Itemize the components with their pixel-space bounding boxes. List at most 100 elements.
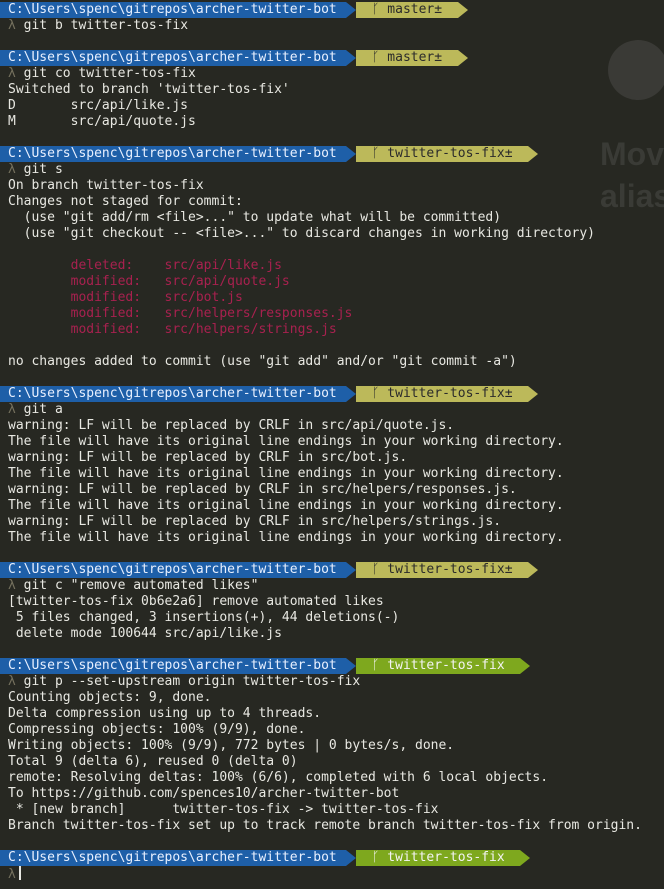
prompt-end-arrow-icon	[528, 562, 538, 578]
branch-name: twitter-tos-fix±	[387, 562, 513, 577]
prompt-symbol: λ	[8, 867, 16, 882]
output-line: modified: src/helpers/strings.js	[8, 322, 337, 337]
output-line: To https://github.com/spences10/archer-t…	[8, 786, 400, 801]
prompt-end-arrow-icon	[458, 50, 468, 66]
git-branch-icon: ᚴ	[371, 50, 388, 65]
command-text: git p --set-upstream origin twitter-tos-…	[15, 674, 361, 689]
output-line: warning: LF will be replaced by CRLF in …	[8, 482, 517, 497]
powerline-prompt: C:\Users\spenc\gitrepos\archer-twitter-b…	[0, 658, 664, 674]
prompt-path: C:\Users\spenc\gitrepos\archer-twitter-b…	[0, 2, 346, 18]
command-text: git c "remove automated likes"	[15, 578, 259, 593]
prompt-branch: ᚴ twitter-tos-fix±	[356, 386, 529, 402]
prompt-branch: ᚴ master±	[356, 50, 458, 66]
powerline-prompt: C:\Users\spenc\gitrepos\archer-twitter-b…	[0, 146, 664, 162]
prompt-separator-icon	[346, 2, 356, 18]
prompt-symbol: λ	[8, 674, 16, 689]
prompt-separator-icon	[346, 386, 356, 402]
command-text: git a	[15, 402, 63, 417]
command-input[interactable]: λ	[0, 866, 664, 882]
prompt-path: C:\Users\spenc\gitrepos\archer-twitter-b…	[0, 562, 346, 578]
prompt-branch: ᚴ twitter-tos-fix±	[356, 562, 529, 578]
prompt-branch: ᚴ twitter-tos-fix±	[356, 146, 529, 162]
prompt-symbol: λ	[8, 18, 16, 33]
prompt-branch: ᚴ master±	[356, 2, 458, 18]
prompt-symbol: λ	[8, 162, 16, 177]
output-line: Switched to branch 'twitter-tos-fix'	[8, 82, 290, 97]
branch-name: twitter-tos-fix	[387, 658, 505, 673]
prompt-path: C:\Users\spenc\gitrepos\archer-twitter-b…	[0, 50, 346, 66]
powerline-prompt: C:\Users\spenc\gitrepos\archer-twitter-b…	[0, 850, 664, 866]
output-line: Total 9 (delta 6), reused 0 (delta 0)	[8, 754, 298, 769]
prompt-branch: ᚴ twitter-tos-fix	[356, 850, 521, 866]
powerline-prompt: C:\Users\spenc\gitrepos\archer-twitter-b…	[0, 386, 664, 402]
prompt-end-arrow-icon	[458, 2, 468, 18]
powerline-prompt: C:\Users\spenc\gitrepos\archer-twitter-b…	[0, 2, 664, 18]
command-line: λ git a	[0, 402, 664, 418]
output-line: The file will have its original line end…	[8, 466, 564, 481]
command-line: λ git b twitter-tos-fix	[0, 18, 664, 34]
prompt-separator-icon	[346, 562, 356, 578]
prompt-end-arrow-icon	[528, 386, 538, 402]
output-line: warning: LF will be replaced by CRLF in …	[8, 418, 455, 433]
prompt-path: C:\Users\spenc\gitrepos\archer-twitter-b…	[0, 386, 346, 402]
output-line: * [new branch] twitter-tos-fix -> twitte…	[8, 802, 439, 817]
branch-name: twitter-tos-fix	[387, 850, 505, 865]
prompt-separator-icon	[346, 658, 356, 674]
output-line: modified: src/helpers/responses.js	[8, 306, 353, 321]
branch-name: master±	[387, 2, 443, 17]
prompt-separator-icon	[346, 50, 356, 66]
output-line: no changes added to commit (use "git add…	[8, 354, 517, 369]
prompt-symbol: λ	[8, 66, 16, 81]
text-cursor	[18, 866, 21, 880]
command-text: git co twitter-tos-fix	[15, 66, 196, 81]
git-branch-icon: ᚴ	[371, 2, 388, 17]
output-line: Compressing objects: 100% (9/9), done.	[8, 722, 306, 737]
powerline-prompt: C:\Users\spenc\gitrepos\archer-twitter-b…	[0, 562, 664, 578]
command-text: git b twitter-tos-fix	[15, 18, 189, 33]
output-line: (use "git checkout -- <file>..." to disc…	[8, 226, 595, 241]
prompt-end-arrow-icon	[528, 146, 538, 162]
output-line: delete mode 100644 src/api/like.js	[8, 626, 282, 641]
output-line: warning: LF will be replaced by CRLF in …	[8, 450, 408, 465]
output-line: remote: Resolving deltas: 100% (6/6), co…	[8, 770, 549, 785]
output-line: The file will have its original line end…	[8, 530, 564, 545]
prompt-end-arrow-icon	[520, 658, 530, 674]
prompt-path: C:\Users\spenc\gitrepos\archer-twitter-b…	[0, 850, 346, 866]
git-branch-icon: ᚴ	[371, 562, 388, 577]
output-line: [twitter-tos-fix 0b6e2a6] remove automat…	[8, 594, 384, 609]
output-line: Counting objects: 9, done.	[8, 690, 212, 705]
output-line: deleted: src/api/like.js	[8, 258, 282, 273]
command-line: λ git p --set-upstream origin twitter-to…	[0, 674, 664, 690]
output-line: modified: src/bot.js	[8, 290, 243, 305]
prompt-symbol: λ	[8, 402, 16, 417]
output-line: Writing objects: 100% (9/9), 772 bytes |…	[8, 738, 455, 753]
prompt-end-arrow-icon	[520, 850, 530, 866]
prompt-symbol: λ	[8, 578, 16, 593]
command-text: git s	[15, 162, 63, 177]
output-line: Delta compression using up to 4 threads.	[8, 706, 322, 721]
powerline-prompt: C:\Users\spenc\gitrepos\archer-twitter-b…	[0, 50, 664, 66]
branch-name: master±	[387, 50, 443, 65]
output-line: The file will have its original line end…	[8, 498, 564, 513]
prompt-separator-icon	[346, 850, 356, 866]
command-line: λ git c "remove automated likes"	[0, 578, 664, 594]
output-line: M src/api/quote.js	[8, 114, 196, 129]
output-line: Changes not staged for commit:	[8, 194, 243, 209]
output-line: 5 files changed, 3 insertions(+), 44 del…	[8, 610, 400, 625]
branch-name: twitter-tos-fix±	[387, 386, 513, 401]
prompt-path: C:\Users\spenc\gitrepos\archer-twitter-b…	[0, 658, 346, 674]
output-line: warning: LF will be replaced by CRLF in …	[8, 514, 502, 529]
prompt-separator-icon	[346, 146, 356, 162]
output-line: The file will have its original line end…	[8, 434, 564, 449]
output-line: On branch twitter-tos-fix	[8, 178, 204, 193]
prompt-branch: ᚴ twitter-tos-fix	[356, 658, 521, 674]
output-line: (use "git add/rm <file>..." to update wh…	[8, 210, 502, 225]
command-line: λ git co twitter-tos-fix	[0, 66, 664, 82]
command-line: λ git s	[0, 162, 664, 178]
git-branch-icon: ᚴ	[371, 146, 388, 161]
output-line: modified: src/api/quote.js	[8, 274, 290, 289]
prompt-path: C:\Users\spenc\gitrepos\archer-twitter-b…	[0, 146, 346, 162]
branch-name: twitter-tos-fix±	[387, 146, 513, 161]
